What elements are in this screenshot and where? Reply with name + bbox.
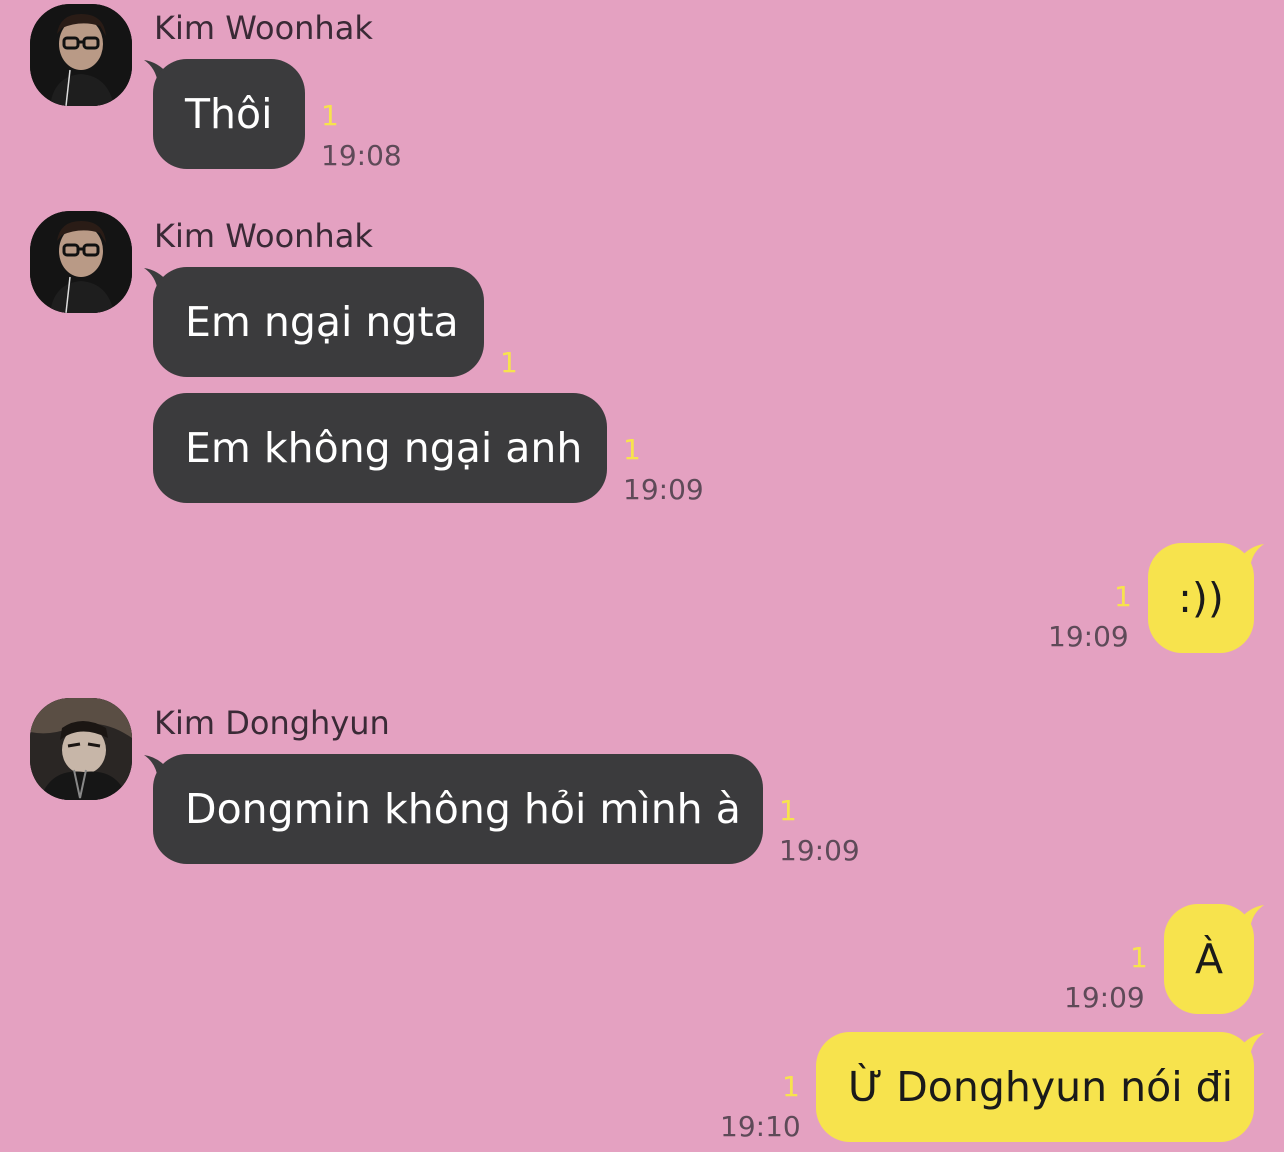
unread-count: 1 xyxy=(623,433,641,466)
avatar-kim-woonhak[interactable] xyxy=(30,211,132,313)
unread-count: 1 xyxy=(1114,580,1132,613)
message-bubble[interactable]: Em ngại ngta xyxy=(153,267,484,377)
profile-photo xyxy=(30,211,132,313)
message-bubble[interactable]: Ừ Donghyun nói đi xyxy=(816,1032,1254,1142)
sender-name: Kim Donghyun xyxy=(154,704,390,742)
avatar-kim-woonhak[interactable] xyxy=(30,4,132,106)
bubble-tail xyxy=(1240,544,1264,568)
profile-photo xyxy=(30,698,132,800)
unread-count: 1 xyxy=(782,1070,800,1103)
sender-name: Kim Woonhak xyxy=(154,9,373,47)
unread-count: 1 xyxy=(500,346,518,379)
unread-count: 1 xyxy=(1130,941,1148,974)
message-bubble[interactable]: Dongmin không hỏi mình à xyxy=(153,754,763,864)
message-bubble[interactable]: Em không ngại anh xyxy=(153,393,607,503)
message-timestamp: 19:09 xyxy=(779,834,860,867)
bubble-tail xyxy=(1240,1033,1264,1057)
message-bubble[interactable]: Thôi xyxy=(153,59,305,169)
unread-count: 1 xyxy=(779,794,797,827)
avatar-kim-donghyun[interactable] xyxy=(30,698,132,800)
message-timestamp: 19:10 xyxy=(720,1110,801,1143)
sender-name: Kim Woonhak xyxy=(154,217,373,255)
message-bubble[interactable]: :)) xyxy=(1148,543,1254,653)
message-timestamp: 19:09 xyxy=(1048,620,1129,653)
unread-count: 1 xyxy=(321,99,339,132)
message-timestamp: 19:09 xyxy=(1064,981,1145,1014)
message-timestamp: 19:09 xyxy=(623,473,704,506)
bubble-tail xyxy=(1240,905,1264,929)
message-timestamp: 19:08 xyxy=(321,139,402,172)
profile-photo xyxy=(30,4,132,106)
